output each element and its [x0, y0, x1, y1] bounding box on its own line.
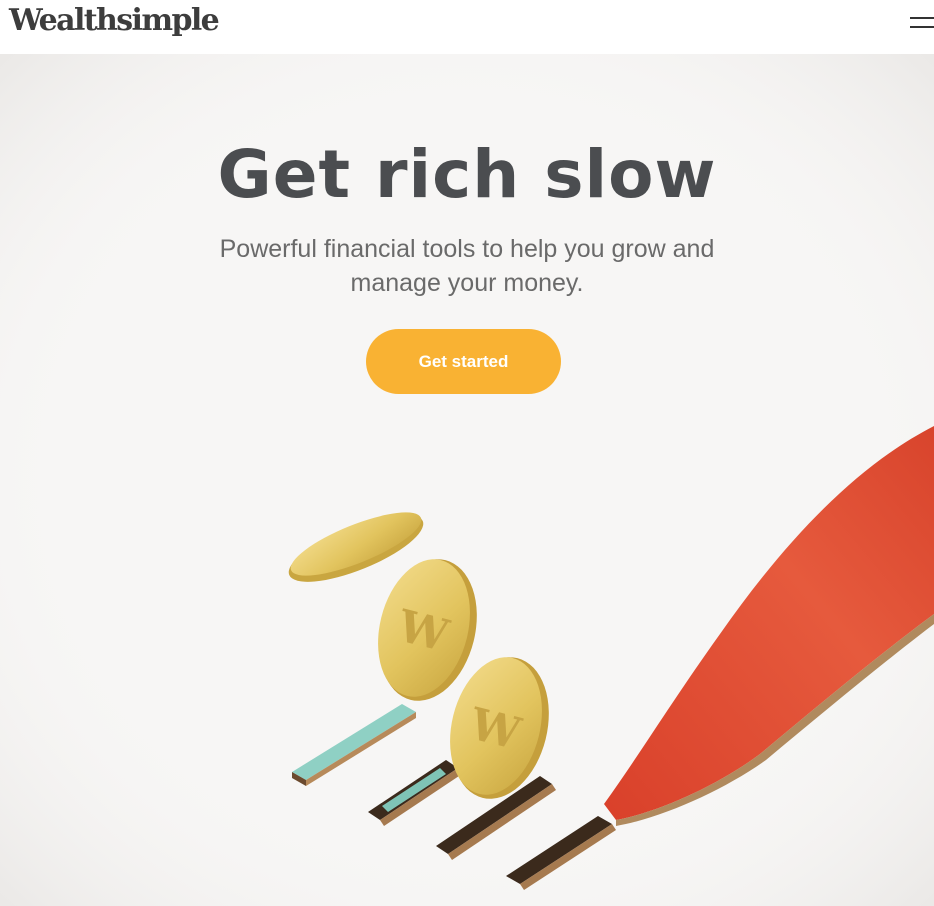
- menu-line: [910, 17, 934, 19]
- get-started-button[interactable]: Get started: [366, 329, 561, 394]
- menu-line: [910, 26, 934, 28]
- wealthsimple-logo[interactable]: Wealthsimple: [9, 3, 220, 38]
- hero-title: Get rich slow: [217, 136, 717, 213]
- hero-section: W W Get rich slow Powerful financial too…: [0, 54, 934, 906]
- site-header: Wealthsimple: [0, 0, 934, 54]
- hero-subtitle: Powerful financial tools to help you gro…: [219, 235, 715, 297]
- menu-icon[interactable]: [906, 10, 934, 38]
